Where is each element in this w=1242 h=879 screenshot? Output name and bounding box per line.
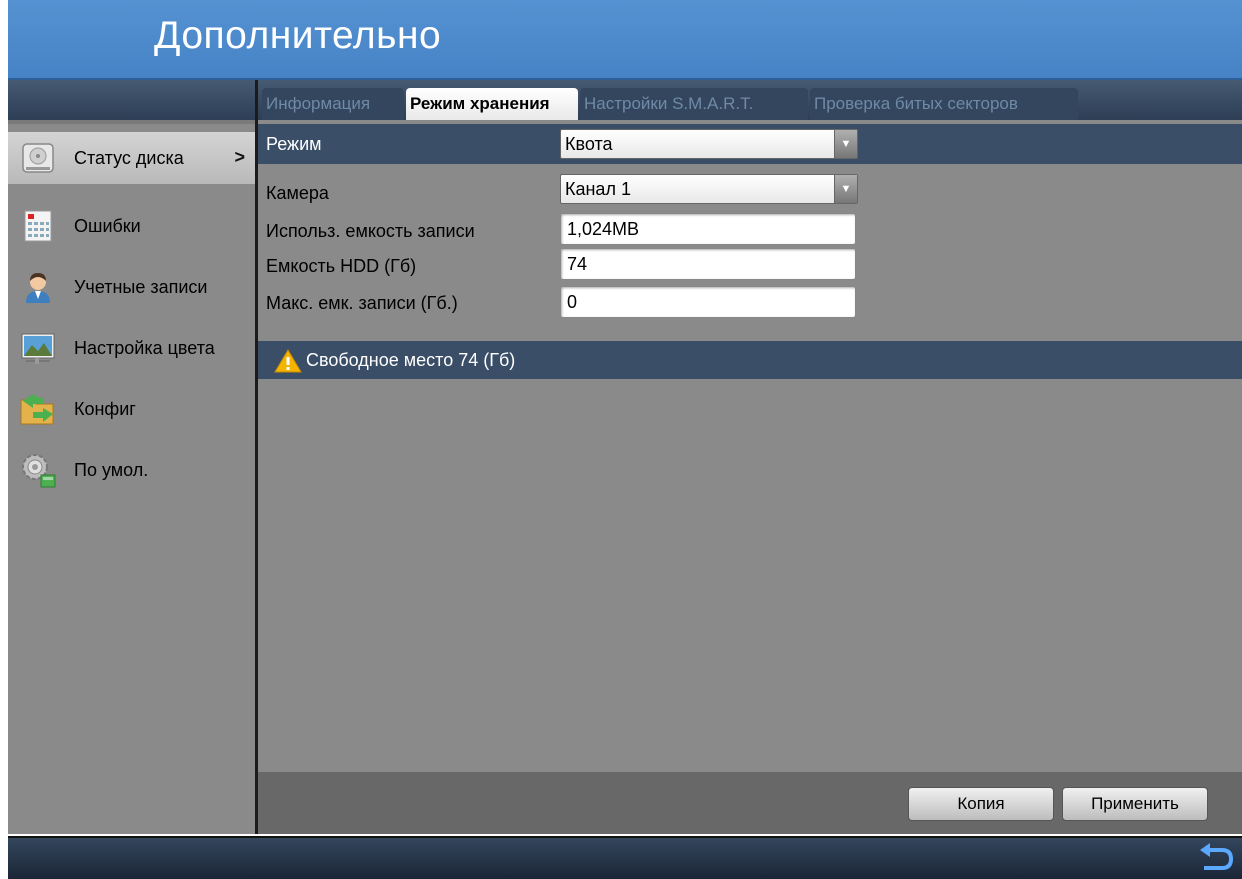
camera-label: Камера [266,183,329,203]
max-capacity-field[interactable]: 0 [560,286,856,318]
error-log-icon [18,206,58,246]
tab-bar: Информация Режим хранения Настройки S.M.… [258,80,1242,120]
mode-select[interactable]: Квота ▼ [560,129,858,159]
free-space-bar: Свободное место 74 (Гб) [258,341,1242,379]
app-window: Дополнительно Статус диска > Ошибки Учет… [8,0,1242,879]
sidebar-item-color[interactable]: Настройка цвета [8,322,255,374]
hdd-capacity-label: Емкость HDD (Гб) [266,256,417,276]
tab-bad-sector-check[interactable]: Проверка битых секторов [810,88,1078,120]
used-capacity-label: Использ. емкость записи [266,221,475,241]
camera-value: Канал 1 [565,179,631,199]
camera-select[interactable]: Канал 1 ▼ [560,174,858,204]
default-gear-icon [18,450,58,490]
sidebar-item-disk-status[interactable]: Статус диска > [8,132,255,184]
sidebar-item-label: Учетные записи [74,276,208,297]
used-capacity-value: 1,024MB [567,219,640,239]
sidebar-item-errors[interactable]: Ошибки [8,200,255,252]
sidebar-item-label: Настройка цвета [74,337,215,358]
user-account-icon [18,267,58,307]
max-capacity-value: 0 [567,292,578,312]
sidebar-item-label: Ошибки [74,215,141,236]
color-settings-icon [18,328,58,368]
copy-button[interactable]: Копия [908,787,1054,821]
sidebar-item-label: Конфиг [74,398,136,419]
mode-value: Квота [565,134,613,154]
tab-storage-mode[interactable]: Режим хранения [406,88,578,120]
max-capacity-label: Макс. емк. записи (Гб.) [266,293,458,313]
mode-row: Режим Квота ▼ [258,124,1242,164]
sidebar-item-label: Статус диска [74,147,184,168]
tab-smart-settings[interactable]: Настройки S.M.A.R.T. [580,88,808,120]
chevron-right-icon: > [234,147,245,167]
back-icon[interactable] [1198,842,1234,876]
hdd-capacity-value: 74 [567,254,588,274]
sidebar-item-defaults[interactable]: По умол. [8,444,255,496]
sidebar-item-accounts[interactable]: Учетные записи [8,261,255,313]
sidebar-header [8,80,255,120]
main-panel: Информация Режим хранения Настройки S.M.… [258,80,1242,834]
chevron-down-icon[interactable]: ▼ [834,130,857,158]
footer-bar [8,836,1242,879]
disk-icon [18,138,58,178]
action-bar: Копия Применить [258,772,1242,834]
sidebar: Статус диска > Ошибки Учетные записи Нас… [8,80,255,834]
sidebar-item-label: По умол. [74,459,149,480]
title-bar: Дополнительно [8,0,1242,80]
hdd-capacity-field[interactable]: 74 [560,248,856,280]
apply-button[interactable]: Применить [1062,787,1208,821]
used-capacity-field[interactable]: 1,024MB [560,213,856,245]
warning-icon [274,349,302,373]
page-title: Дополнительно [154,14,442,57]
config-folder-icon [18,389,58,429]
free-space-text: Свободное место 74 (Гб) [306,350,516,370]
tab-information[interactable]: Информация [262,88,404,120]
sidebar-item-config[interactable]: Конфиг [8,383,255,435]
mode-label: Режим [266,134,322,154]
chevron-down-icon[interactable]: ▼ [834,175,857,203]
